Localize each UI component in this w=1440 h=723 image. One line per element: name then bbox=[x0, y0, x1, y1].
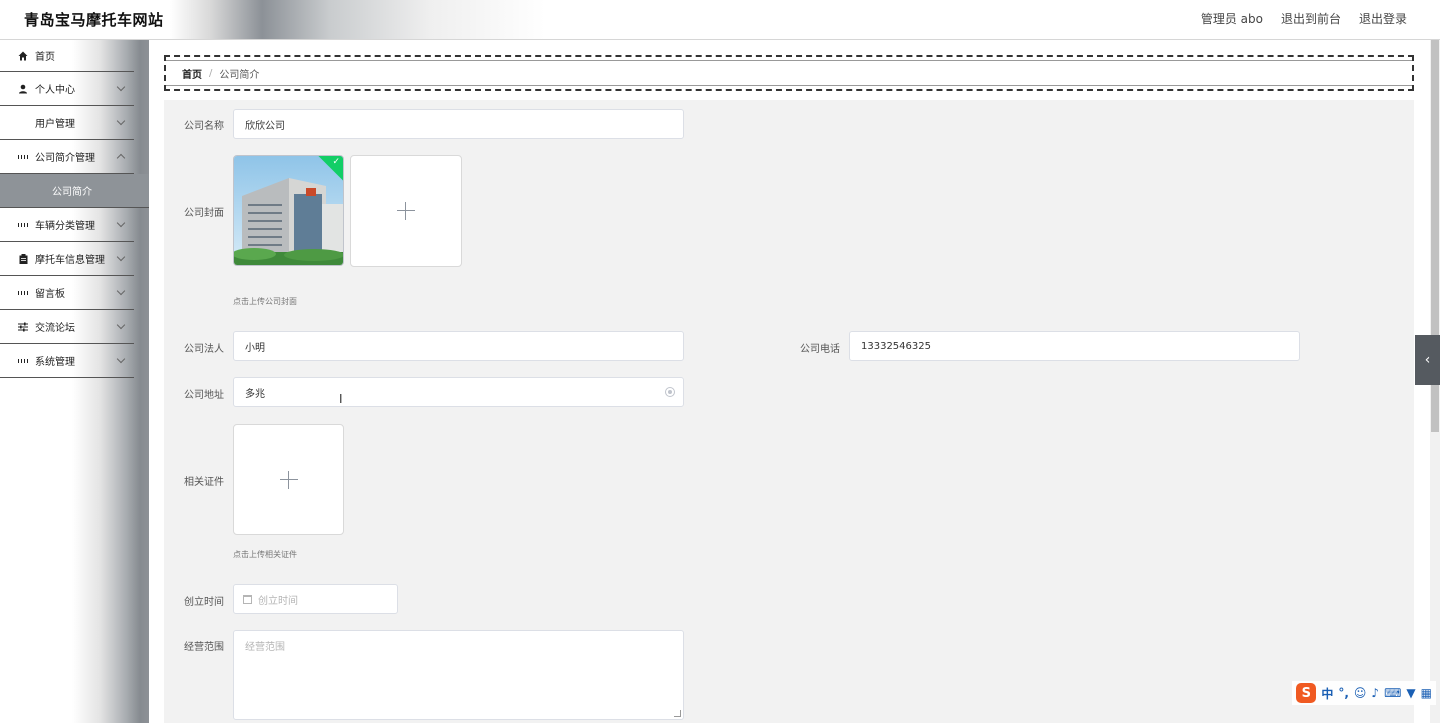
company-address-label: 公司地址 bbox=[184, 390, 224, 401]
company-phone-label: 公司电话 bbox=[800, 344, 840, 355]
chevron-down-icon bbox=[116, 286, 126, 296]
company-cover-label: 公司封面 bbox=[184, 208, 224, 219]
grid-icon bbox=[18, 288, 28, 298]
founded-date-label: 创立时间 bbox=[184, 597, 224, 608]
ime-mode-indicator[interactable]: 中 bbox=[1321, 685, 1333, 702]
company-address-value: 多兆 bbox=[245, 388, 265, 400]
breadcrumb: 首页 / 公司简介 bbox=[164, 55, 1414, 91]
founded-date-picker[interactable]: 创立时间 bbox=[233, 584, 398, 614]
ime-toolbar: S 中 °, ☺ ♪ ⌨ ▼ ▦ bbox=[1292, 681, 1436, 705]
company-name-label: 公司名称 bbox=[184, 121, 224, 132]
sidebar-item-profile[interactable]: 个人中心 bbox=[0, 72, 134, 106]
breadcrumb-current: 公司简介 bbox=[219, 69, 260, 81]
certificates-label: 相关证件 bbox=[184, 477, 224, 488]
founded-date-placeholder: 创立时间 bbox=[258, 595, 298, 607]
keyboard-icon[interactable]: ⌨ bbox=[1384, 686, 1401, 700]
sidebar-subitem-company-intro[interactable]: 公司简介 bbox=[0, 174, 149, 208]
building-photo-icon bbox=[234, 156, 343, 265]
sidebar-item-forum[interactable]: 交流论坛 bbox=[0, 310, 134, 344]
sidebar-item-users[interactable]: 用户管理 bbox=[0, 106, 134, 140]
side-panel-toggle[interactable]: ‹ bbox=[1415, 335, 1440, 385]
company-cover-upload[interactable] bbox=[350, 155, 462, 267]
company-name-input[interactable]: 欣欣公司 bbox=[233, 109, 684, 139]
plus-icon bbox=[397, 202, 415, 220]
grid-icon bbox=[18, 220, 28, 230]
check-icon: ✓ bbox=[332, 157, 340, 167]
sidebar-item-label: 首页 bbox=[35, 52, 55, 63]
company-address-input[interactable]: 多兆 bbox=[233, 377, 684, 407]
sliders-icon bbox=[18, 322, 28, 332]
grid-icon bbox=[18, 118, 28, 128]
text-cursor-icon: I bbox=[339, 392, 343, 406]
chevron-down-icon bbox=[116, 82, 126, 92]
sidebar-item-company-intro[interactable]: 公司简介管理 bbox=[0, 140, 134, 174]
chevron-down-icon bbox=[116, 320, 126, 330]
grid-icon bbox=[18, 356, 28, 366]
business-scope-label: 经营范围 bbox=[184, 642, 224, 653]
sidebar-item-label: 车辆分类管理 bbox=[35, 221, 95, 232]
home-icon bbox=[18, 51, 28, 61]
sidebar-item-label: 系统管理 bbox=[35, 357, 75, 368]
chevron-down-icon bbox=[116, 252, 126, 262]
sidebar-item-label: 用户管理 bbox=[35, 119, 75, 130]
current-user-label: 管理员 abo bbox=[1200, 12, 1263, 26]
header-actions: 管理员 abo 退出到前台 退出登录 bbox=[1201, 10, 1407, 27]
sidebar-item-label: 摩托车信息管理 bbox=[35, 255, 105, 266]
sidebar-item-label: 公司简介管理 bbox=[35, 153, 95, 164]
sidebar-menu: 首页 个人中心 用户管理 公司简介管理 公司简介 车辆分类管理 摩托车信息管理 … bbox=[0, 40, 149, 723]
chevron-down-icon bbox=[116, 116, 126, 126]
business-scope-textarea[interactable]: 经营范围 bbox=[233, 630, 684, 720]
sidebar-item-label: 交流论坛 bbox=[35, 323, 75, 334]
clipboard-icon bbox=[18, 253, 28, 264]
logout-link[interactable]: 退出登录 bbox=[1359, 10, 1407, 27]
emoji-icon[interactable]: ☺ bbox=[1354, 686, 1367, 700]
sogou-ime-logo[interactable]: S bbox=[1296, 683, 1317, 703]
sidebar-item-home[interactable]: 首页 bbox=[0, 40, 134, 72]
clear-circle-icon[interactable] bbox=[665, 387, 675, 397]
business-scope-placeholder: 经营范围 bbox=[245, 642, 285, 653]
legal-person-label: 公司法人 bbox=[184, 344, 224, 355]
sidebar-item-vehicle-category[interactable]: 车辆分类管理 bbox=[0, 208, 134, 242]
certificates-upload-tip: 点击上传相关证件 bbox=[233, 550, 297, 559]
certificates-upload[interactable] bbox=[233, 424, 344, 535]
resize-handle-icon[interactable] bbox=[674, 710, 681, 717]
cover-upload-tip: 点击上传公司封面 bbox=[233, 297, 297, 306]
breadcrumb-separator: / bbox=[209, 67, 213, 79]
chevron-up-icon bbox=[116, 153, 126, 163]
plus-icon bbox=[279, 470, 298, 489]
site-title: 青岛宝马摩托车网站 bbox=[24, 11, 164, 29]
sidebar-item-message-board[interactable]: 留言板 bbox=[0, 276, 134, 310]
toolbox-icon[interactable]: ▦ bbox=[1421, 686, 1432, 700]
user-icon bbox=[18, 84, 28, 94]
chevron-down-icon bbox=[116, 218, 126, 228]
back-to-front-link[interactable]: 退出到前台 bbox=[1281, 10, 1341, 27]
company-cover-thumbnail[interactable]: ✓ bbox=[233, 155, 344, 266]
skin-icon[interactable]: ▼ bbox=[1406, 686, 1415, 700]
company-phone-input[interactable]: 13332546325 bbox=[849, 331, 1300, 361]
grid-icon bbox=[18, 152, 28, 162]
breadcrumb-home-link[interactable]: 首页 bbox=[182, 66, 202, 81]
chevron-down-icon bbox=[116, 354, 126, 364]
top-header: 青岛宝马摩托车网站 管理员 abo 退出到前台 退出登录 bbox=[0, 0, 1440, 40]
calendar-icon bbox=[243, 594, 252, 604]
sidebar-item-label: 留言板 bbox=[35, 289, 65, 300]
chevron-left-icon: ‹ bbox=[1424, 352, 1431, 368]
sidebar-item-motorcycle-info[interactable]: 摩托车信息管理 bbox=[0, 242, 134, 276]
legal-person-input[interactable]: 小明 bbox=[233, 331, 684, 361]
microphone-icon[interactable]: ♪ bbox=[1371, 686, 1379, 700]
sidebar-item-label: 个人中心 bbox=[35, 85, 75, 96]
sidebar-item-system[interactable]: 系统管理 bbox=[0, 344, 134, 378]
punctuation-icon[interactable]: °, bbox=[1338, 686, 1349, 700]
